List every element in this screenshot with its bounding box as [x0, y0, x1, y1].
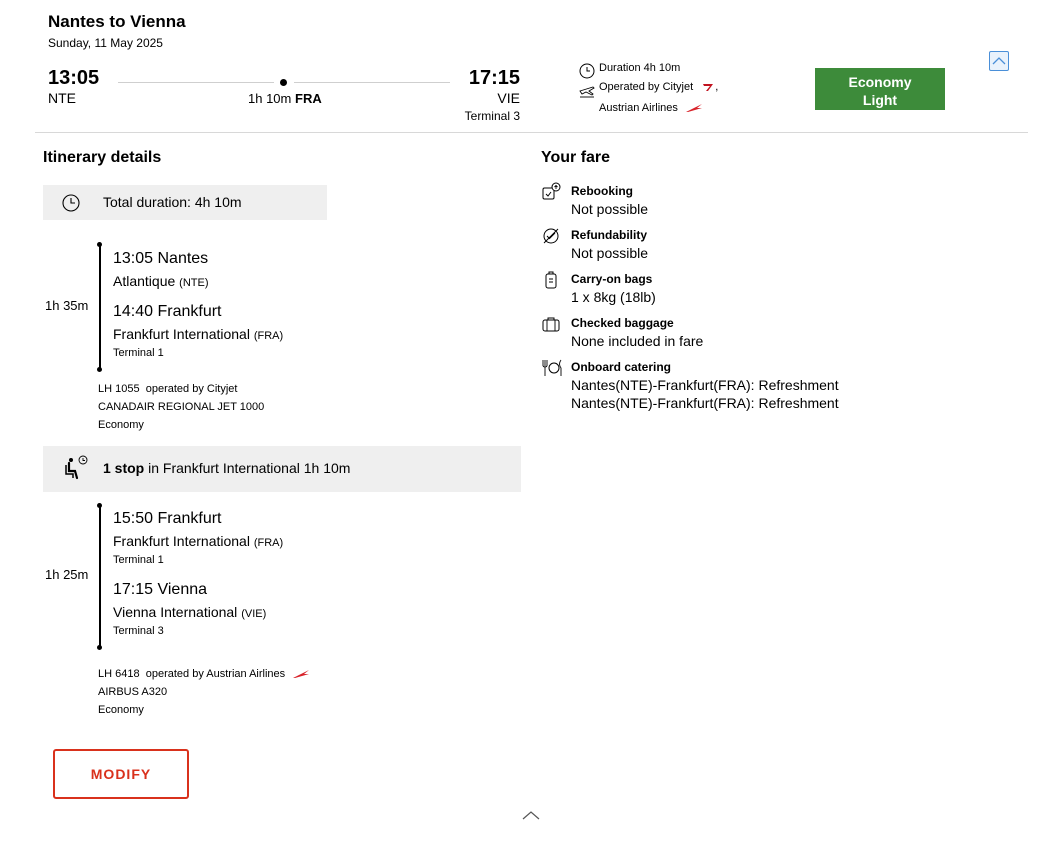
- segment-departure: 15:50 Frankfurt: [113, 510, 222, 527]
- summary-second-operator: Austrian Airlines: [599, 102, 703, 114]
- fare-item-label: Onboard catering: [571, 360, 672, 374]
- carry-on-bag-icon: [545, 271, 557, 289]
- segment-duration: 1h 35m: [45, 298, 89, 313]
- segment-departure-airport: Atlantique (NTE): [113, 273, 209, 289]
- segment-duration: 1h 25m: [45, 567, 89, 582]
- flight-date: Sunday, 11 May 2025: [48, 36, 163, 50]
- stop-info: 1h 10m FRA: [248, 91, 322, 106]
- fare-item-label: Rebooking: [571, 184, 633, 198]
- cabin-class: Economy: [98, 419, 144, 431]
- cityjet-logo-icon: [703, 84, 714, 92]
- route-line: [118, 82, 274, 83]
- clock-icon: [579, 63, 595, 79]
- departure-time: 13:05: [48, 67, 100, 89]
- stop-count: 1 stop: [103, 460, 145, 476]
- segment-arrival-airport: Vienna International (VIE): [113, 604, 267, 620]
- chevron-up-icon[interactable]: [521, 808, 541, 822]
- summary-operated-by: Operated by Cityjet ,: [599, 81, 719, 93]
- fare-item-value: Not possible: [571, 245, 649, 261]
- cabin-class: Economy: [98, 704, 144, 716]
- layover-info: 1 stop in Frankfurt International 1h 10m: [103, 460, 351, 476]
- fare-heading: Your fare: [541, 149, 611, 166]
- fare-item-value: Nantes(NTE)-Frankfurt(FRA): Refreshment: [571, 377, 839, 393]
- page-title: Nantes to Vienna: [48, 12, 186, 31]
- summary-duration: Duration 4h 10m: [599, 62, 681, 74]
- itinerary-heading: Itinerary details: [43, 149, 162, 166]
- fare-item-value: None included in fare: [571, 333, 704, 349]
- timeline-dot: [97, 645, 102, 650]
- modify-button[interactable]: MODIFY: [53, 749, 189, 799]
- fare-item-label: Checked baggage: [571, 316, 674, 330]
- checked-baggage-icon: [542, 317, 560, 332]
- rebooking-icon: [542, 182, 561, 200]
- catering-icon: [542, 359, 562, 376]
- collapse-button[interactable]: [989, 51, 1009, 71]
- fare-item-value: Nantes(NTE)-Frankfurt(FRA): Refreshment: [571, 395, 839, 411]
- arrival-time: 17:15: [468, 67, 520, 89]
- plane-icon: [579, 86, 595, 98]
- arrival-terminal: Terminal 3: [464, 109, 520, 123]
- seated-passenger-icon: [65, 455, 88, 480]
- header-divider: [35, 132, 1028, 133]
- austrian-airlines-logo-icon: [293, 670, 310, 679]
- total-duration: Total duration: 4h 10m: [103, 194, 242, 210]
- timeline-line: [99, 506, 101, 646]
- segment-departure: 13:05 Nantes: [113, 250, 209, 267]
- segment-departure-terminal: Terminal 1: [113, 554, 164, 566]
- aircraft-type: CANADAIR REGIONAL JET 1000: [98, 401, 265, 413]
- aircraft-type: AIRBUS A320: [98, 686, 168, 698]
- fare-item-label: Carry-on bags: [571, 272, 653, 286]
- segment-arrival-terminal: Terminal 3: [113, 625, 164, 637]
- segment-departure-airport: Frankfurt International (FRA): [113, 533, 284, 549]
- fare-item-value: 1 x 8kg (18lb): [571, 289, 656, 305]
- arrival-code: VIE: [497, 90, 520, 106]
- flight-number: LH 1055 operated by Cityjet: [98, 383, 238, 395]
- timeline-dot: [97, 367, 102, 372]
- fare-type-button[interactable]: Economy Light: [815, 68, 945, 110]
- flight-number: LH 6418 operated by Austrian Airlines: [98, 668, 310, 680]
- stop-duration: 1h 10m: [248, 91, 292, 106]
- route-stop-dot: [280, 79, 287, 86]
- timeline-line: [99, 245, 101, 369]
- clock-icon: [62, 194, 80, 212]
- segment-arrival-terminal: Terminal 1: [113, 347, 164, 359]
- segment-arrival: 17:15 Vienna: [113, 581, 208, 598]
- refundability-icon: [543, 228, 559, 244]
- chevron-up-icon: [992, 57, 1006, 65]
- segment-arrival: 14:40 Frankfurt: [113, 303, 222, 320]
- segment-arrival-airport: Frankfurt International (FRA): [113, 326, 284, 342]
- fare-item-value: Not possible: [571, 201, 649, 217]
- austrian-airlines-logo-icon: [685, 104, 702, 113]
- stop-code: FRA: [295, 91, 322, 106]
- fare-item-label: Refundability: [571, 228, 648, 242]
- departure-code: NTE: [48, 90, 76, 106]
